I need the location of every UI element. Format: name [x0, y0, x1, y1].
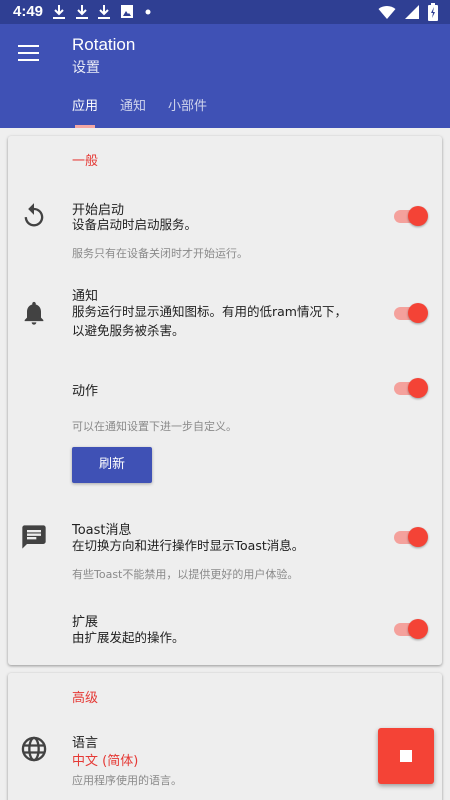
- wifi-icon: [378, 6, 396, 19]
- action-note: 可以在通知设置下进一步自定义。: [72, 420, 237, 433]
- start-toggle[interactable]: [394, 204, 430, 228]
- app-title: Rotation: [72, 35, 136, 54]
- download-icon: [98, 5, 110, 19]
- status-time: 4:49: [13, 3, 44, 20]
- app-bar: Rotation 设置 应用 通知 小部件: [0, 24, 450, 128]
- notification-summary-line2: 以避免服务被杀害。: [72, 323, 185, 338]
- tab-indicator: [75, 125, 95, 128]
- menu-icon[interactable]: [14, 38, 44, 68]
- download-icon: [76, 5, 88, 19]
- notification-toggle[interactable]: [394, 301, 430, 325]
- extension-toggle[interactable]: [394, 617, 430, 641]
- stop-icon: [400, 750, 412, 762]
- refresh-button[interactable]: 刷新: [72, 447, 152, 483]
- language-title[interactable]: 语言: [72, 732, 98, 751]
- tab-app[interactable]: 应用: [72, 95, 98, 114]
- download-icon: [53, 5, 65, 19]
- advanced-settings-card: 高级 语言 中文 (简体) 应用程序使用的语言。: [8, 673, 442, 800]
- action-title: 动作: [72, 384, 99, 399]
- status-bar: 4:49: [0, 0, 450, 24]
- toast-note: 有些Toast不能禁用，以提供更好的用户体验。: [72, 568, 299, 581]
- image-icon: [121, 5, 133, 18]
- system-status-icons: [378, 3, 438, 21]
- general-settings-card: 一般 开始启动 设备启动时启动服务。 服务只有在设备关闭时才开始运行。 通知 服…: [8, 136, 442, 665]
- tab-widget[interactable]: 小部件: [168, 95, 207, 114]
- toast-toggle[interactable]: [394, 525, 430, 549]
- signal-icon: [405, 5, 419, 19]
- globe-icon: [21, 736, 47, 762]
- bell-icon: [24, 301, 44, 325]
- stop-service-button[interactable]: [378, 728, 434, 784]
- restart-icon: [24, 203, 44, 227]
- extension-summary: 由扩展发起的操作。: [72, 630, 185, 645]
- app-subtitle: 设置: [72, 60, 100, 76]
- start-note: 服务只有在设备关闭时才开始运行。: [72, 247, 248, 260]
- battery-icon: [428, 3, 438, 21]
- tab-notification[interactable]: 通知: [120, 95, 146, 114]
- language-value[interactable]: 中文 (简体): [72, 750, 138, 769]
- action-toggle[interactable]: [394, 376, 430, 400]
- language-note: 应用程序使用的语言。: [72, 774, 182, 787]
- section-title-general: 一般: [72, 154, 99, 169]
- start-summary: 设备启动时启动服务。: [72, 217, 198, 232]
- message-icon: [22, 525, 46, 549]
- section-title-advanced: 高级: [72, 691, 99, 706]
- notification-summary-line1: 服务运行时显示通知图标。有用的低ram情况下，: [72, 304, 347, 319]
- dot-icon: [145, 9, 151, 15]
- tab-bar: 应用 通知 小部件: [72, 95, 207, 114]
- toast-summary: 在切换方向和进行操作时显示Toast消息。: [72, 538, 305, 553]
